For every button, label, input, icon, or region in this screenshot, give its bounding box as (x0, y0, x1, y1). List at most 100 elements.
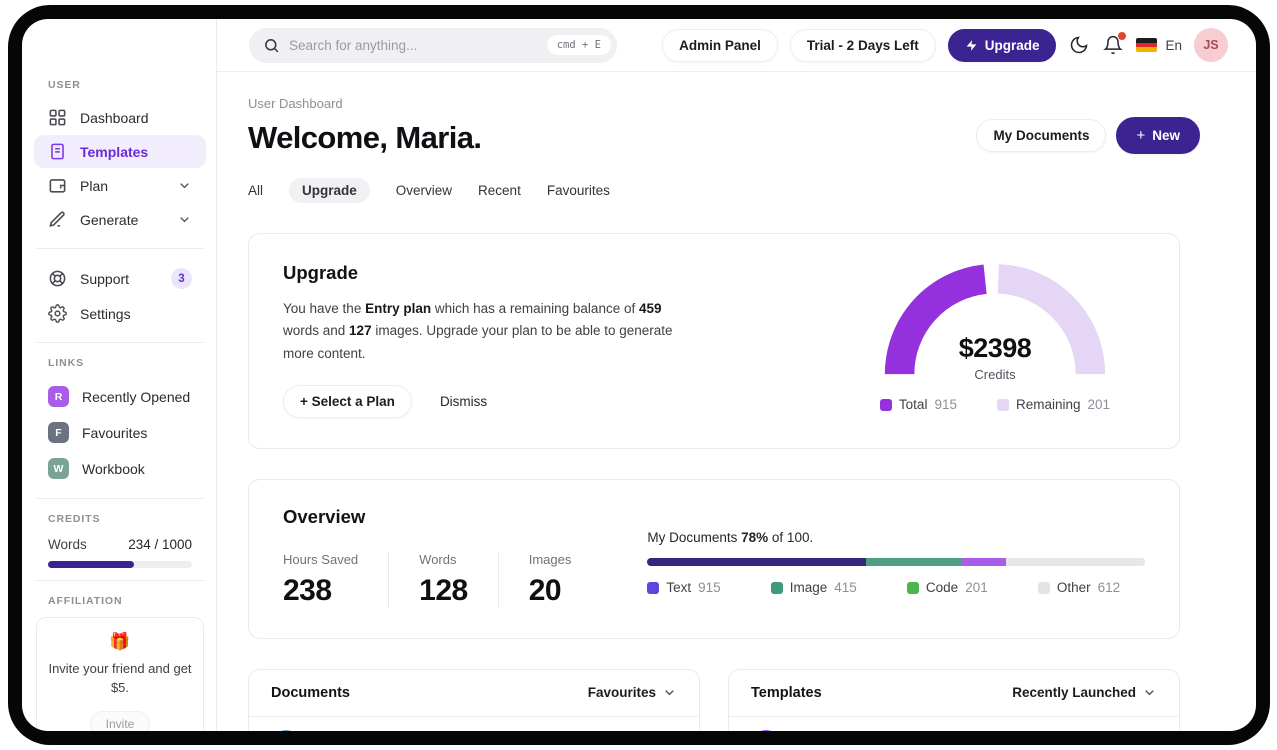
bar-segment-other (1005, 558, 1145, 567)
tab-all[interactable]: All (248, 178, 263, 203)
documents-filter-label: Favourites (587, 685, 656, 701)
search-input[interactable] (289, 37, 538, 53)
user-avatar[interactable]: JS (1194, 28, 1228, 62)
new-button[interactable]: + New (1116, 117, 1200, 154)
search-shortcut-badge: cmd + E (546, 35, 611, 55)
title-row: Welcome, Maria. My Documents + New (248, 117, 1200, 156)
stat-value: 238 (283, 573, 332, 607)
sidebar-item-workbook[interactable]: W Workbook (34, 451, 206, 486)
sidebar-item-templates[interactable]: Templates (34, 135, 206, 168)
sidebar-item-label: Recently Opened (82, 388, 191, 405)
legend-swatch (996, 398, 1009, 411)
link-initial-badge: W (48, 458, 69, 479)
stat-value: 20 (528, 573, 562, 607)
title-actions: My Documents + New (976, 117, 1200, 154)
gift-icon: 🎁 (109, 632, 131, 651)
sidebar-item-settings[interactable]: Settings (34, 297, 206, 330)
tab-favourites[interactable]: Favourites (547, 178, 610, 203)
chevron-down-icon (177, 212, 192, 227)
templates-card: Templates Recently Launched Blog Post Ti… (728, 668, 1180, 731)
sidebar-item-favourites[interactable]: F Favourites (34, 415, 206, 450)
legend-swatch (906, 581, 919, 594)
main-area: cmd + E Admin Panel Trial - 2 Days Left … (217, 19, 1256, 731)
sidebar-item-label: Settings (80, 305, 131, 322)
sidebar-item-plan[interactable]: Plan (34, 169, 206, 202)
breadcrumb: User Dashboard (248, 96, 343, 111)
sidebar-item-label: Dashboard (80, 109, 149, 126)
bar-segment-code (960, 558, 1006, 567)
trial-status-button[interactable]: Trial - 2 Days Left (789, 28, 936, 62)
notification-dot (1118, 32, 1127, 40)
sidebar: USER Dashboard Templates Plan Generate S… (22, 19, 217, 731)
legend-label: Image (789, 580, 828, 596)
body-text: words and (283, 323, 350, 339)
stat-label: Images (528, 551, 572, 567)
stat-hours-saved: Hours Saved 238 (283, 552, 388, 608)
divider (36, 580, 204, 581)
sidebar-item-generate[interactable]: Generate (34, 203, 206, 236)
legend-item-other: Other 612 (1037, 580, 1121, 596)
select-plan-button[interactable]: + Select a Plan (283, 384, 412, 418)
documents-filter-dropdown[interactable]: Favourites (588, 685, 677, 700)
affiliation-text: Invite your friend and get $5. (48, 661, 192, 695)
tab-overview[interactable]: Overview (396, 178, 452, 203)
documents-card-header: Documents Favourites (249, 670, 699, 717)
images-balance: 127 (349, 323, 372, 339)
search-bar[interactable]: cmd + E (249, 27, 617, 63)
body-text: You have the (283, 301, 366, 316)
templates-filter-label: Recently Launched (1012, 685, 1136, 701)
topbar-actions: Admin Panel Trial - 2 Days Left Upgrade (662, 28, 1228, 62)
overview-card-title: Overview (283, 505, 366, 527)
credits-metric-label: Words (48, 537, 87, 552)
tab-upgrade[interactable]: Upgrade (289, 178, 370, 203)
notifications-button[interactable] (1102, 32, 1127, 56)
pencil-icon (48, 210, 67, 229)
dismiss-button[interactable]: Dismiss (440, 394, 487, 409)
sidebar-item-label: Templates (80, 143, 149, 160)
legend-swatch (647, 581, 660, 594)
page-title: Welcome, Maria. (248, 120, 482, 155)
sidebar-item-recently-opened[interactable]: R Recently Opened (34, 379, 206, 414)
credits-metric-value: 234 / 1000 (128, 537, 192, 552)
device-frame: USER Dashboard Templates Plan Generate S… (8, 5, 1270, 745)
tab-recent[interactable]: Recent (478, 178, 521, 203)
legend-swatch (1037, 581, 1050, 594)
legend-label: Code (925, 580, 959, 596)
template-row[interactable]: Blog Post Title in Workbook (729, 717, 1179, 731)
sidebar-item-dashboard[interactable]: Dashboard (34, 101, 206, 134)
sidebar-item-label: Support (80, 270, 130, 287)
grid-icon (48, 108, 67, 127)
credits-gauge-block: $2398 Credits Total 915 Remaining 201 (845, 262, 1145, 418)
invite-button[interactable]: Invite (89, 710, 151, 731)
templates-card-title: Templates (751, 684, 822, 701)
legend-value: 612 (1097, 580, 1121, 596)
link-initial-badge: R (48, 386, 69, 407)
legend-swatch (770, 581, 783, 594)
my-documents-button[interactable]: My Documents (976, 119, 1107, 152)
credits-progress-bar (48, 561, 192, 568)
sidebar-item-label: Workbook (82, 460, 145, 477)
language-label[interactable]: En (1165, 38, 1182, 53)
admin-panel-button[interactable]: Admin Panel (662, 28, 778, 62)
sidebar-section-credits: CREDITS (48, 513, 101, 525)
dark-mode-toggle[interactable] (1068, 34, 1090, 56)
sidebar-section-affiliation: AFFILIATION (48, 595, 123, 607)
support-count-badge: 3 (171, 268, 192, 289)
templates-filter-dropdown[interactable]: Recently Launched (1012, 685, 1157, 700)
gauge-center: $2398 Credits (880, 333, 1110, 382)
legend-value: 915 (934, 397, 957, 412)
upgrade-card-actions: + Select a Plan Dismiss (283, 384, 695, 418)
legend-item-image: Image 415 (770, 580, 857, 596)
topbar: cmd + E Admin Panel Trial - 2 Days Left … (217, 19, 1256, 72)
upgrade-button[interactable]: Upgrade (947, 28, 1057, 62)
chevron-down-icon (662, 685, 677, 700)
german-flag-icon[interactable] (1136, 38, 1158, 52)
document-row[interactable]: Untitled Document in Workbook (249, 717, 699, 731)
legend-value: 415 (834, 580, 857, 596)
life-buoy-icon (48, 269, 67, 288)
sidebar-item-support[interactable]: Support 3 (34, 261, 206, 296)
chevron-down-icon (177, 178, 192, 193)
credits-amount: $2398 (958, 333, 1032, 363)
legend-label: Text (666, 580, 692, 596)
legend-item-total: Total 915 (879, 397, 957, 412)
